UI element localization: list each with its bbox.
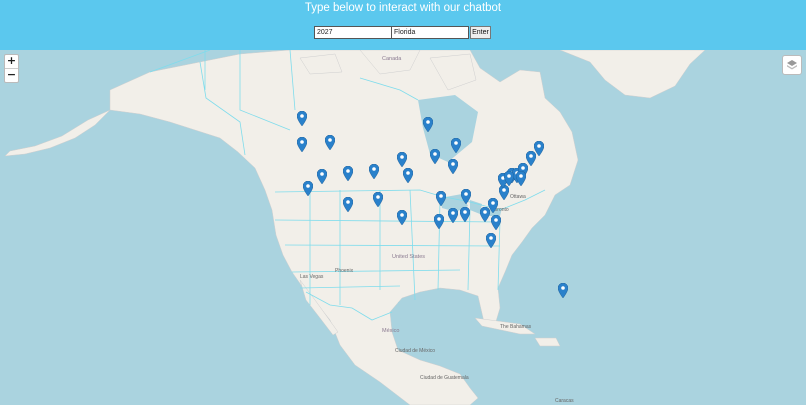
map-marker[interactable] bbox=[343, 197, 353, 212]
label-ottawa: Ottawa bbox=[510, 194, 526, 200]
map-marker[interactable] bbox=[488, 198, 498, 213]
map-marker[interactable] bbox=[369, 164, 379, 179]
map-marker[interactable] bbox=[486, 233, 496, 248]
label-mexico: México bbox=[382, 328, 400, 334]
map-marker[interactable] bbox=[325, 135, 335, 150]
label-phoenix: Phoenix bbox=[335, 268, 354, 274]
map-marker[interactable] bbox=[504, 171, 514, 186]
map-marker[interactable] bbox=[403, 168, 413, 183]
map-marker[interactable] bbox=[436, 191, 446, 206]
map-marker[interactable] bbox=[397, 152, 407, 167]
map-marker[interactable] bbox=[434, 214, 444, 229]
label-ciudad-de-mexico: Ciudad de México bbox=[395, 348, 436, 354]
map-marker[interactable] bbox=[303, 181, 313, 196]
label-united-states: United States bbox=[392, 254, 426, 260]
map-marker[interactable] bbox=[373, 192, 383, 207]
header-title: Type below to interact with our chatbot bbox=[304, 2, 502, 14]
map-marker[interactable] bbox=[516, 171, 526, 186]
map-marker[interactable] bbox=[297, 137, 307, 152]
label-caracas: Caracas bbox=[555, 398, 574, 404]
map-marker[interactable] bbox=[397, 210, 407, 225]
hispaniola bbox=[534, 337, 561, 347]
alaska-peninsula bbox=[4, 109, 111, 157]
layers-icon bbox=[787, 60, 797, 70]
map-marker[interactable] bbox=[460, 207, 470, 222]
zoom-control: + − bbox=[4, 54, 19, 83]
label-canada: Canada bbox=[382, 56, 402, 62]
north-america-landmass bbox=[109, 50, 579, 405]
map-marker[interactable] bbox=[558, 283, 568, 298]
label-guatemala: Ciudad de Guatemala bbox=[420, 375, 469, 381]
enter-button[interactable]: Enter bbox=[470, 26, 491, 39]
map-marker[interactable] bbox=[317, 169, 327, 184]
map-marker[interactable] bbox=[448, 208, 458, 223]
map-area[interactable]: Canada United States México Ottawa Toron… bbox=[0, 50, 806, 405]
year-input[interactable]: 2027 bbox=[314, 26, 392, 39]
map-marker[interactable] bbox=[297, 111, 307, 126]
map-marker[interactable] bbox=[491, 215, 501, 230]
map-marker[interactable] bbox=[534, 141, 544, 156]
chatbot-header: Type below to interact with our chatbot … bbox=[0, 0, 806, 50]
zoom-out-button[interactable]: − bbox=[5, 68, 18, 82]
map-marker[interactable] bbox=[461, 189, 471, 204]
map-marker[interactable] bbox=[343, 166, 353, 181]
state-input[interactable]: Florida bbox=[391, 26, 469, 39]
greenland-landmass bbox=[559, 50, 706, 99]
map-marker[interactable] bbox=[423, 117, 433, 132]
map-marker[interactable] bbox=[451, 138, 461, 153]
label-las-vegas: Las Vegas bbox=[300, 274, 324, 280]
zoom-in-button[interactable]: + bbox=[5, 55, 18, 68]
gulf-of-mexico bbox=[398, 296, 484, 354]
label-bahamas: The Bahamas bbox=[500, 324, 532, 330]
layers-button[interactable] bbox=[782, 55, 802, 75]
map-marker[interactable] bbox=[430, 149, 440, 164]
map-marker[interactable] bbox=[448, 159, 458, 174]
